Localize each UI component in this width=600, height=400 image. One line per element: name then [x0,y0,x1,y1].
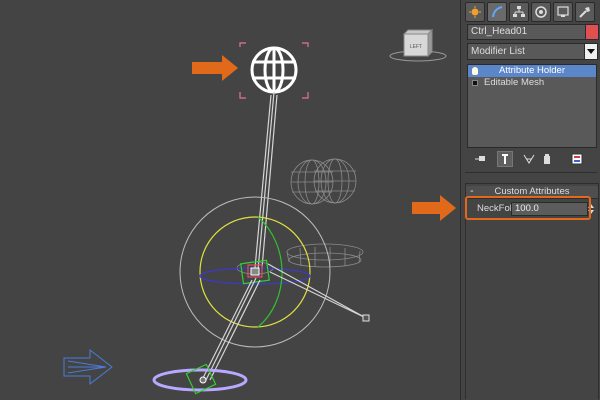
configure-modifier-sets-icon [571,153,583,165]
create-icon [469,6,481,18]
pin-stack-button[interactable] [473,151,489,167]
viewcube[interactable]: LEFT [389,28,447,62]
motion-icon [535,6,547,18]
display-icon [557,6,569,17]
tab-display[interactable] [553,2,573,22]
remove-modifier-button[interactable] [539,151,555,167]
remove-modifier-icon [544,154,550,164]
stack-item-attribute-holder[interactable]: Attribute Holder [468,65,596,77]
stack-item-label: Attribute Holder [498,65,565,76]
hierarchy-icon [513,6,525,17]
tab-motion[interactable] [531,2,551,22]
tab-modify[interactable] [487,2,507,22]
chevron-down-icon [587,48,595,54]
pin-stack-icon [475,156,485,161]
bulb-icon[interactable] [472,67,478,75]
modifier-list-arrow[interactable] [584,43,598,60]
root-control-ring[interactable] [152,363,248,395]
tab-hierarchy[interactable] [509,2,529,22]
configure-modifier-sets-button[interactable] [569,151,585,167]
stack-toolbar [473,151,593,167]
app-window: LEFT Ctrl_Head01 Modifier List Attribute… [0,0,600,400]
viewport-scene[interactable]: LEFT [0,0,460,400]
eye-sphere-left[interactable] [290,159,334,205]
stack-item-editable-mesh[interactable]: Editable Mesh [468,77,596,89]
neck-bone[interactable] [254,91,278,271]
spine-bone[interactable] [202,277,261,381]
tab-create[interactable] [465,2,485,22]
modifier-list-dropdown[interactable]: Modifier List [467,43,588,60]
make-unique-button[interactable] [521,151,537,167]
object-color-swatch[interactable] [585,24,599,40]
modify-icon [492,6,503,18]
neck-rotation-gizmo[interactable] [179,196,331,348]
head-control-globe[interactable] [250,46,298,94]
show-end-result-icon [502,154,508,164]
show-end-result-button[interactable] [497,151,513,167]
utilities-icon [579,7,590,18]
annotation-arrow-right [412,195,456,221]
annotation-arrow-left [192,55,238,81]
viewport[interactable]: LEFT [0,0,460,400]
panel-divider [465,172,597,173]
direction-arrow-icon [63,348,113,386]
tab-utilities[interactable] [575,2,595,22]
attribute-highlight-box [465,196,591,220]
object-name-field[interactable]: Ctrl_Head01 [467,24,587,40]
command-panel-tabs [465,2,599,22]
stack-item-label: Editable Mesh [484,77,545,88]
mesh-box-icon[interactable] [472,80,478,86]
modifier-stack[interactable]: Attribute Holder Editable Mesh [467,64,597,148]
viewcube-face-label: LEFT [410,44,422,50]
make-unique-icon [523,154,535,164]
eye-sphere-right[interactable] [313,158,357,204]
